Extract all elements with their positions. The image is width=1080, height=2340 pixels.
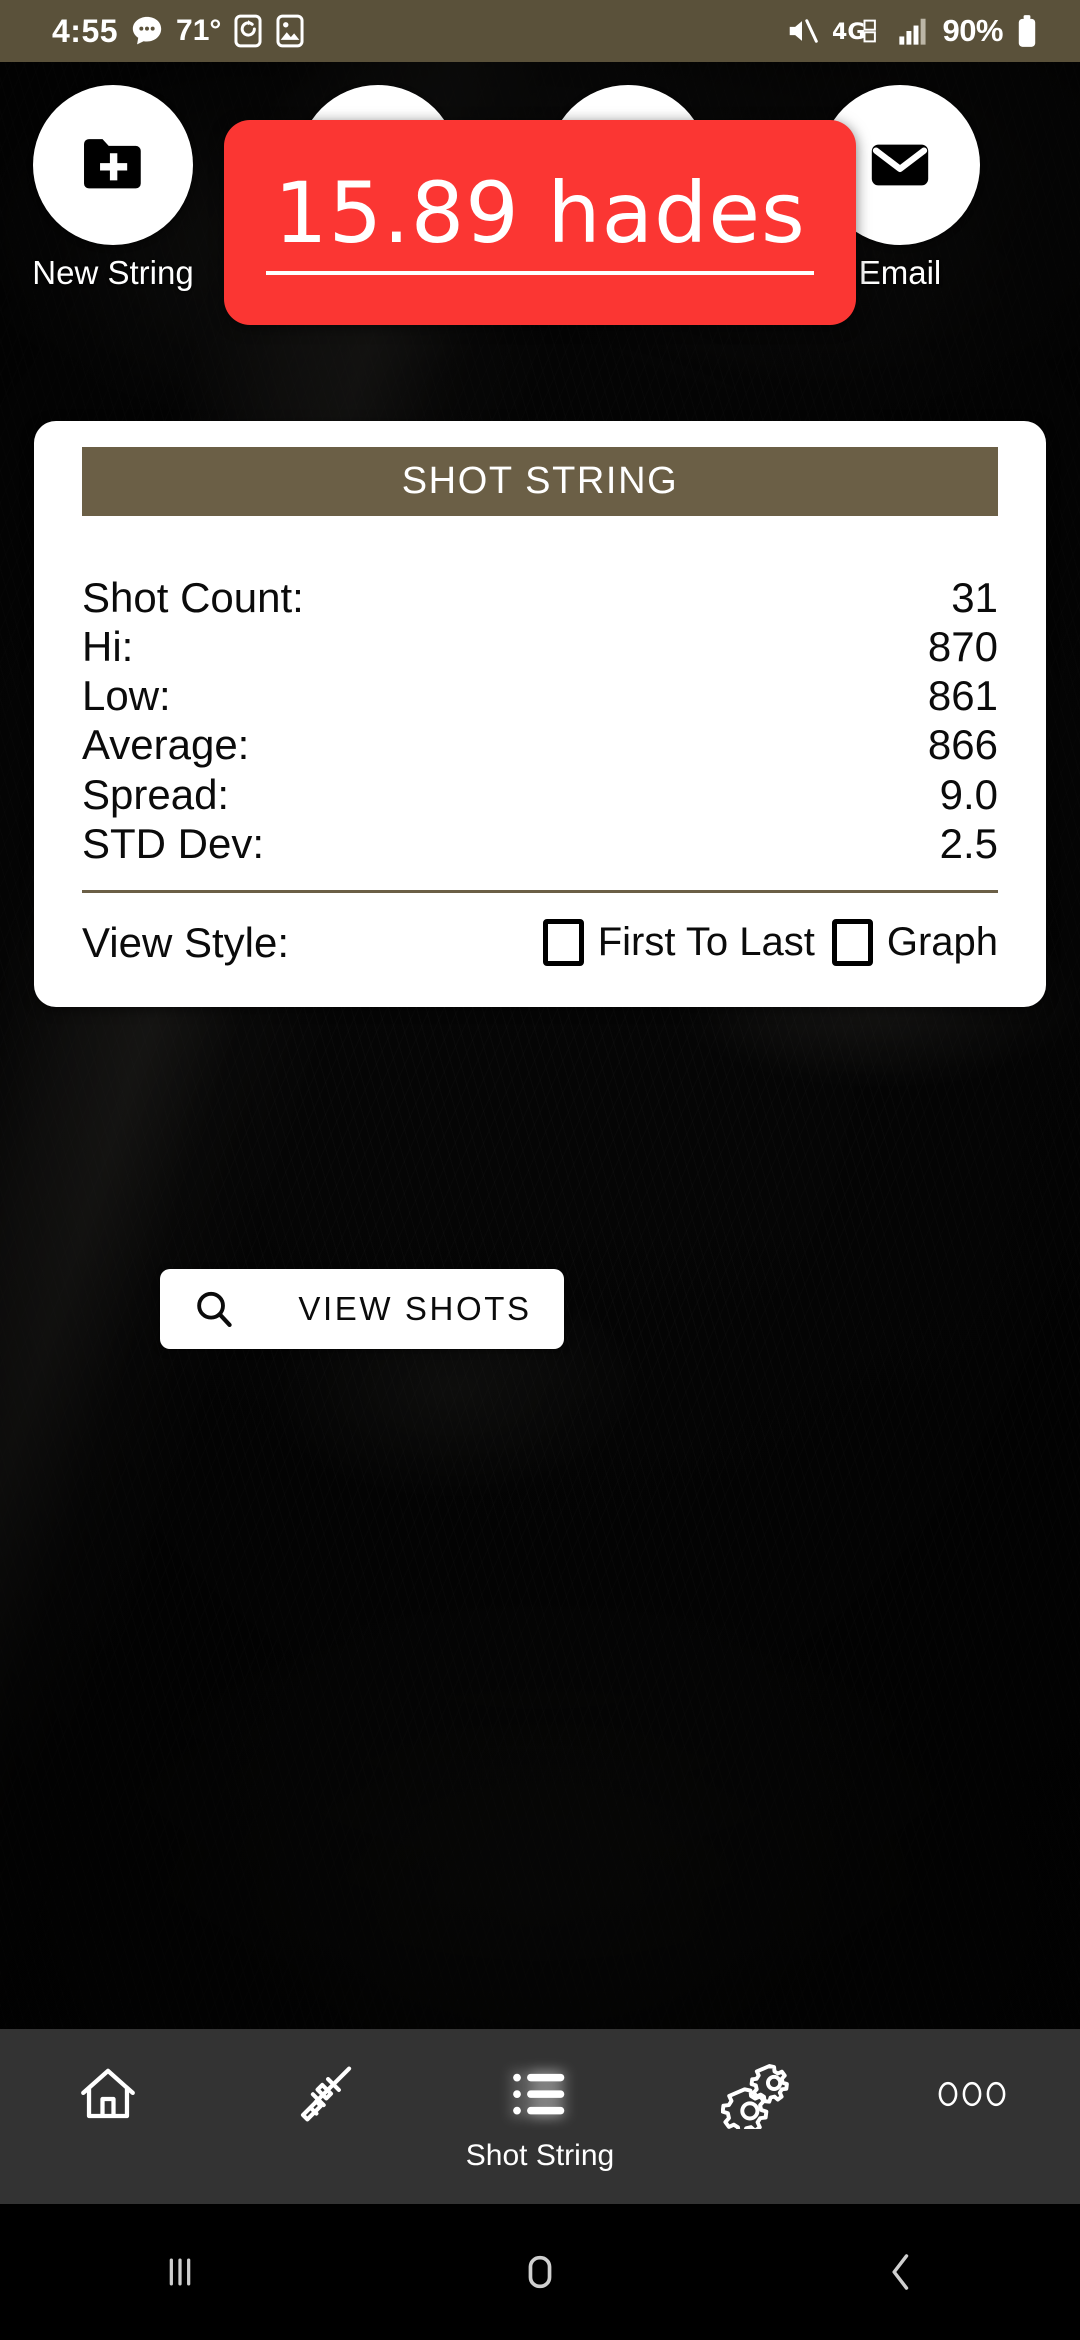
system-nav-bar xyxy=(0,2204,1080,2340)
recents-icon[interactable] xyxy=(0,2246,360,2298)
nav-item-shot-string[interactable]: Shot String xyxy=(432,2029,648,2204)
nav-item-rifle[interactable] xyxy=(216,2029,432,2204)
status-bar: 4:55 71° 4G 90% xyxy=(0,0,1080,62)
view-shots-label: VIEW SHOTS xyxy=(298,1290,532,1327)
signal-bars-icon xyxy=(897,16,929,46)
status-bar-left: 4:55 71° xyxy=(52,13,305,50)
view-style-options: First To Last Graph xyxy=(542,919,998,967)
stat-label: Spread: xyxy=(82,770,230,818)
status-bar-right: 4G 90% xyxy=(785,13,1038,49)
stat-value: 31 xyxy=(951,574,998,621)
more-dots-icon xyxy=(936,2057,1008,2131)
folder-plus-icon xyxy=(84,139,141,189)
envelope-icon xyxy=(871,144,929,186)
toast-text: 15.89 hades xyxy=(266,171,814,275)
email-label: Email xyxy=(858,254,942,291)
mute-icon xyxy=(785,16,819,46)
status-temperature: 71° xyxy=(176,14,222,47)
view-style-option-graph[interactable]: Graph xyxy=(831,919,998,967)
view-style-label: View Style: xyxy=(82,918,289,966)
new-string-circle[interactable] xyxy=(33,85,193,245)
checkbox-first-to-last[interactable] xyxy=(542,919,584,967)
view-shots-button[interactable]: VIEW SHOTS xyxy=(160,1269,564,1349)
stat-row: Hi: 870 xyxy=(82,622,998,671)
list-icon xyxy=(509,2057,571,2131)
stat-row: STD Dev: 2.5 xyxy=(82,819,998,868)
stat-value: 866 xyxy=(927,721,998,769)
stat-row: Shot Count: 31 xyxy=(82,573,998,622)
network-4g-icon: 4G xyxy=(832,16,884,46)
stat-value: 2.5 xyxy=(939,819,998,867)
alarm-icon xyxy=(233,14,263,48)
checkbox-graph[interactable] xyxy=(831,919,873,967)
new-string-button[interactable]: New String xyxy=(23,85,203,292)
gallery-icon xyxy=(275,14,305,48)
phone-screen: 4:55 71° 4G 90% New String Email 15.89 h… xyxy=(0,0,1080,2340)
nav-label-shot-string: Shot String xyxy=(465,2139,615,2172)
rifle-icon xyxy=(289,2057,359,2131)
shot-string-card: SHOT STRING Shot Count: 31 Hi: 870 Low: … xyxy=(34,421,1046,1007)
nav-item-home[interactable] xyxy=(0,2029,216,2204)
stat-label: Low: xyxy=(82,672,171,720)
checkbox-label-first-to-last: First To Last xyxy=(597,920,815,965)
stat-value: 9.0 xyxy=(939,770,998,818)
new-string-label: New String xyxy=(32,254,194,291)
nav-item-more[interactable] xyxy=(864,2029,1080,2204)
stat-label: Average: xyxy=(82,721,250,769)
view-style-row: View Style: First To Last Graph xyxy=(34,893,1046,1007)
back-icon[interactable] xyxy=(720,2246,1080,2298)
view-style-option-first-to-last[interactable]: First To Last xyxy=(542,919,815,967)
nav-item-settings[interactable] xyxy=(648,2029,864,2204)
background-photo xyxy=(0,62,1080,2202)
stat-label: STD Dev: xyxy=(82,819,265,867)
battery-icon xyxy=(1016,14,1038,48)
message-bubble-icon xyxy=(130,14,164,48)
stat-row: Spread: 9.0 xyxy=(82,770,998,819)
status-battery-percent: 90% xyxy=(942,13,1003,48)
status-time: 4:55 xyxy=(52,12,119,49)
home-icon[interactable] xyxy=(360,2246,720,2298)
stat-label: Shot Count: xyxy=(82,574,304,621)
card-header: SHOT STRING xyxy=(82,447,998,516)
stat-value: 870 xyxy=(927,623,998,671)
search-icon xyxy=(197,1291,233,1328)
app-bottom-nav: Shot String xyxy=(0,2029,1080,2204)
stat-value: 861 xyxy=(927,672,998,720)
svg-text:4G: 4G xyxy=(832,19,865,45)
toast-banner[interactable]: 15.89 hades xyxy=(224,120,856,325)
stat-row: Low: 861 xyxy=(82,671,998,720)
stat-label: Hi: xyxy=(82,623,134,671)
gears-icon xyxy=(721,2057,791,2131)
stats-list: Shot Count: 31 Hi: 870 Low: 861 Average:… xyxy=(34,516,1046,868)
home-icon xyxy=(75,2057,141,2131)
card-header-title: SHOT STRING xyxy=(401,460,679,502)
checkbox-label-graph: Graph xyxy=(886,920,998,965)
stat-row: Average: 866 xyxy=(82,720,998,769)
